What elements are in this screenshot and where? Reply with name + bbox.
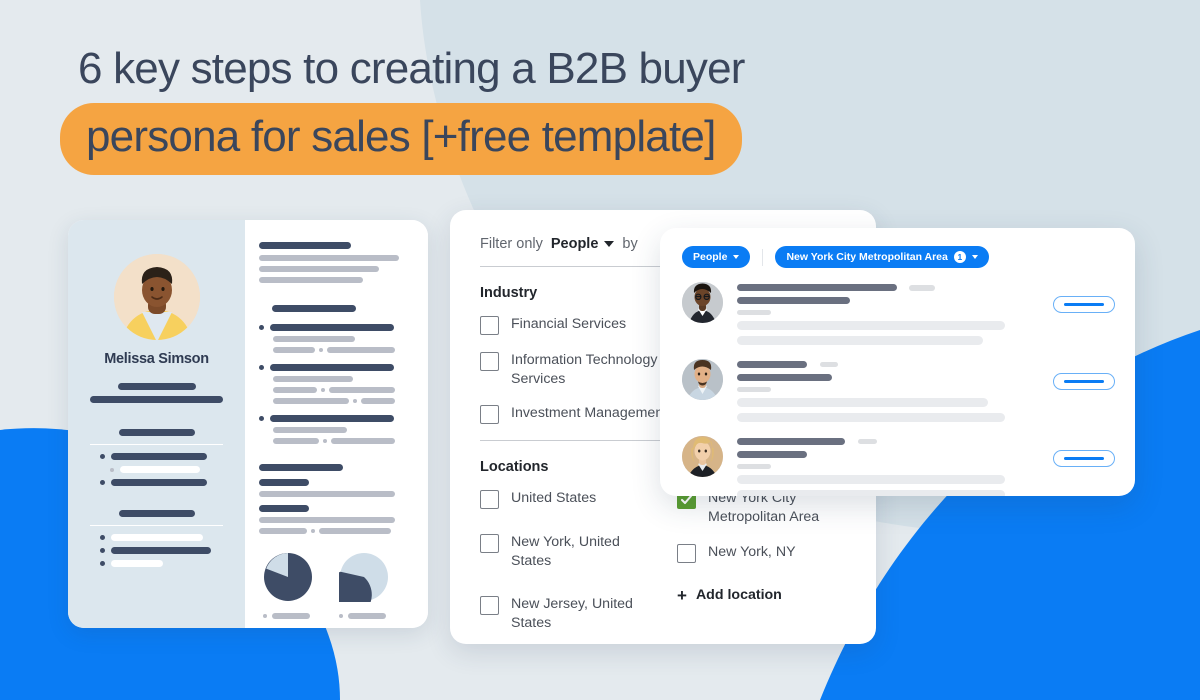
persona-card: Melissa Simson	[68, 220, 428, 628]
filter-suffix-label: by	[622, 236, 638, 252]
filter-pill-people[interactable]: People	[682, 246, 751, 268]
person-photo-icon	[682, 282, 723, 323]
checkbox-label: Information Technology & Services	[511, 352, 671, 387]
result-row-skeleton	[737, 282, 1039, 345]
result-row-skeleton	[737, 436, 1039, 496]
location-option-united-states[interactable]: United States	[480, 489, 651, 510]
persona-card-left-column: Melissa Simson	[68, 220, 245, 628]
pie-chart-2	[323, 552, 389, 619]
checkbox[interactable]	[480, 534, 499, 554]
checkbox[interactable]	[480, 352, 499, 371]
pie-chart-icon	[323, 553, 388, 619]
avatar	[113, 254, 200, 340]
results-panel: People New York City Metropolitan Area 1	[660, 228, 1135, 496]
persona-card-right-column	[245, 220, 428, 628]
result-row-skeleton	[737, 359, 1039, 422]
checkbox-label: New York, United States	[511, 534, 620, 570]
person-photo-icon	[113, 254, 200, 340]
avatar	[682, 436, 723, 477]
headline-line-1: 6 key steps to creating a B2B buyer	[78, 44, 745, 93]
plus-icon: +	[677, 585, 687, 605]
filter-entity-dropdown[interactable]: People	[551, 236, 599, 252]
checkbox-label: New Jersey, United States	[511, 595, 633, 631]
chevron-down-icon	[971, 255, 978, 259]
person-photo-icon	[682, 436, 723, 477]
filter-pill-count-badge: 1	[953, 251, 966, 263]
result-row[interactable]	[682, 359, 1115, 422]
checkbox-label: Financial Services	[511, 316, 627, 332]
active-filter-pills: People New York City Metropolitan Area 1	[682, 246, 1115, 268]
filter-prefix-label: Filter only	[480, 236, 543, 252]
checkbox[interactable]	[480, 595, 499, 615]
filter-pill-label: People	[693, 251, 728, 263]
pie-chart-icon	[264, 553, 312, 601]
checkbox[interactable]	[480, 490, 499, 510]
headline: 6 key steps to creating a B2B buyer pers…	[60, 44, 960, 175]
locations-column-right: New York City Metropolitan Area New York…	[677, 489, 848, 644]
avatar	[682, 359, 723, 400]
connect-button[interactable]	[1053, 450, 1115, 467]
checkbox-label: United States	[511, 490, 597, 507]
connect-button[interactable]	[1053, 296, 1115, 313]
headline-line-2-highlighted: persona for sales [+free template]	[60, 103, 742, 175]
result-row[interactable]	[682, 282, 1115, 345]
location-option-new-jersey-united-states[interactable]: New Jersey, United States	[480, 595, 651, 632]
filter-pill-location[interactable]: New York City Metropolitan Area 1	[775, 246, 989, 268]
add-location-label: Add location	[695, 587, 782, 604]
locations-column-left: United States New York, United States Ne…	[480, 489, 651, 644]
checkbox[interactable]	[480, 405, 499, 425]
persona-name: Melissa Simson	[104, 351, 209, 367]
chevron-down-icon[interactable]	[604, 241, 615, 247]
connect-button[interactable]	[1053, 373, 1115, 390]
location-option-new-york-united-states[interactable]: New York, United States	[480, 533, 651, 570]
persona-left-skeleton	[90, 383, 223, 567]
person-photo-icon	[682, 359, 723, 400]
checkbox-label: New York, NY	[708, 543, 796, 560]
checkbox[interactable]	[480, 316, 499, 335]
chevron-down-icon	[733, 255, 740, 259]
checkbox-label: Investment Management	[511, 405, 668, 422]
checkbox[interactable]	[677, 543, 696, 563]
result-row[interactable]	[682, 436, 1115, 496]
divider	[762, 248, 764, 266]
avatar	[682, 282, 723, 323]
filter-pill-label: New York City Metropolitan Area	[786, 251, 948, 263]
add-location-button[interactable]: + Add location	[677, 587, 848, 604]
location-option-new-york-ny[interactable]: New York, NY	[677, 543, 848, 563]
locations-grid: United States New York, United States Ne…	[480, 489, 848, 644]
pie-chart-1	[263, 552, 313, 619]
